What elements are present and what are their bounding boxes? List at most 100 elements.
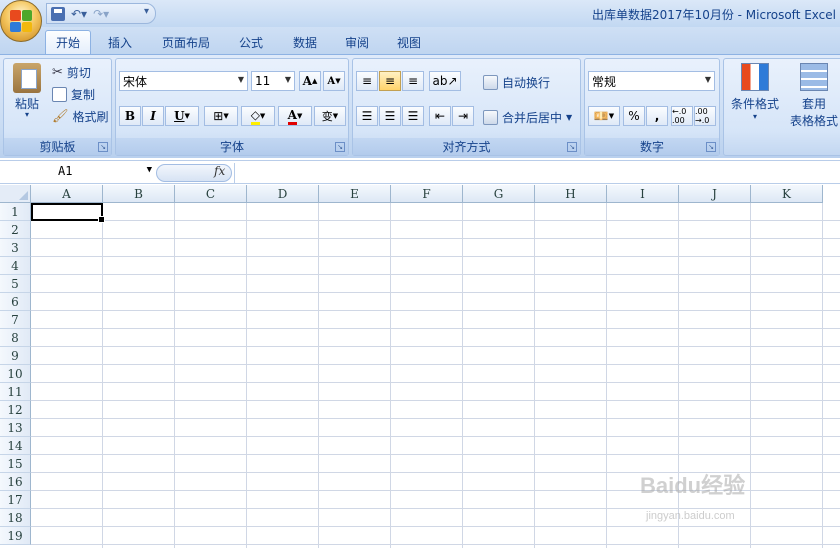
font-name-combo[interactable]: 宋体 ▼ <box>119 71 248 91</box>
column-header[interactable]: F <box>391 185 463 203</box>
number-launcher-icon[interactable]: ↘ <box>706 142 716 152</box>
shrink-font-button[interactable]: A ▼ <box>323 71 345 91</box>
tab-page-layout[interactable]: 页面布局 <box>150 30 222 54</box>
column-header[interactable]: D <box>247 185 319 203</box>
row-header[interactable]: 8 <box>0 329 31 347</box>
chevron-down-icon[interactable]: ▼ <box>147 165 152 175</box>
clipboard-launcher-icon[interactable]: ↘ <box>98 142 108 152</box>
italic-label: I <box>150 109 156 123</box>
font-size-combo[interactable]: 11 ▼ <box>251 71 295 91</box>
redo-icon[interactable]: ↷▾ <box>93 7 109 21</box>
align-top-button[interactable]: ≡ <box>356 71 378 91</box>
tab-view[interactable]: 视图 <box>386 30 432 54</box>
formula-input[interactable] <box>234 163 840 183</box>
tab-insert[interactable]: 插入 <box>98 30 142 54</box>
paste-button[interactable]: 粘贴 ▾ <box>10 63 44 119</box>
wrap-text-label: 自动换行 <box>502 76 551 90</box>
office-button[interactable] <box>0 0 42 42</box>
column-header[interactable]: K <box>751 185 823 203</box>
comma-style-button[interactable]: , <box>646 106 668 126</box>
insert-function-icon[interactable]: fx <box>214 164 225 178</box>
row-header[interactable]: 1 <box>0 203 31 221</box>
row-header[interactable]: 16 <box>0 473 31 491</box>
decrease-decimal-button[interactable]: .00 →.0 <box>694 106 716 126</box>
font-launcher-icon[interactable]: ↘ <box>335 142 345 152</box>
tab-review[interactable]: 审阅 <box>334 30 380 54</box>
font-name-value: 宋体 <box>123 74 148 89</box>
align-bottom-icon: ≡ <box>407 74 419 88</box>
row-header[interactable]: 10 <box>0 365 31 383</box>
borders-button[interactable]: ⊞ ▼ <box>204 106 238 126</box>
selected-cell[interactable] <box>31 203 105 223</box>
save-icon[interactable] <box>51 6 65 21</box>
row-header[interactable]: 14 <box>0 437 31 455</box>
table-format-button[interactable]: 套用 表格格式 <box>784 63 840 129</box>
row-header[interactable]: 11 <box>0 383 31 401</box>
align-top-icon: ≡ <box>361 74 373 88</box>
column-header[interactable]: B <box>103 185 175 203</box>
row-header[interactable]: 9 <box>0 347 31 365</box>
row-header[interactable]: 6 <box>0 293 31 311</box>
row-header[interactable]: 4 <box>0 257 31 275</box>
comma-label: , <box>654 109 660 123</box>
grow-font-button[interactable]: A ▲ <box>299 71 321 91</box>
row-header[interactable]: 18 <box>0 509 31 527</box>
orientation-icon: ab↗ <box>432 74 458 88</box>
percent-button[interactable]: % <box>623 106 645 126</box>
decrease-indent-button[interactable]: ⇤ <box>429 106 451 126</box>
row-header[interactable]: 17 <box>0 491 31 509</box>
conditional-format-button[interactable]: 条件格式 ▾ <box>728 63 782 121</box>
italic-button[interactable]: I <box>142 106 164 126</box>
row-header[interactable]: 2 <box>0 221 31 239</box>
orientation-button[interactable]: ab↗ <box>429 71 461 91</box>
column-header[interactable]: H <box>535 185 607 203</box>
align-center-button[interactable]: ☰ <box>379 106 401 126</box>
align-middle-button[interactable]: ≡ <box>379 71 401 91</box>
paste-dropdown-icon[interactable]: ▾ <box>25 110 29 119</box>
cut-button[interactable]: ✂ 剪切 <box>52 64 91 81</box>
increase-decimal-button[interactable]: ←.0 .00 <box>671 106 693 126</box>
align-left-icon: ☰ <box>361 109 373 123</box>
accounting-format-button[interactable]: 💴 ▼ <box>588 106 620 126</box>
fill-color-button[interactable]: ◇ ▼ <box>241 106 275 126</box>
row-header[interactable]: 12 <box>0 401 31 419</box>
row-header[interactable]: 15 <box>0 455 31 473</box>
number-format-value: 常规 <box>592 74 617 89</box>
column-header[interactable]: E <box>319 185 391 203</box>
align-left-button[interactable]: ☰ <box>356 106 378 126</box>
select-all-button[interactable] <box>0 185 31 203</box>
chevron-down-icon: ▼ <box>284 75 291 84</box>
merge-center-button[interactable]: 合并后居中 ▼ <box>483 109 572 126</box>
column-header[interactable]: I <box>607 185 679 203</box>
copy-button[interactable]: 复制 <box>52 86 95 103</box>
number-format-combo[interactable]: 常规 ▼ <box>588 71 715 91</box>
format-painter-button[interactable]: 🖌 格式刷 <box>52 108 109 125</box>
column-header[interactable]: C <box>175 185 247 203</box>
column-header[interactable]: A <box>31 185 103 203</box>
underline-button[interactable]: U ▼ <box>165 106 199 126</box>
column-header[interactable]: G <box>463 185 535 203</box>
bold-button[interactable]: B <box>119 106 141 126</box>
column-header[interactable]: J <box>679 185 751 203</box>
merge-center-icon <box>483 110 498 125</box>
alignment-launcher-icon[interactable]: ↘ <box>567 142 577 152</box>
chevron-down-icon: ▼ <box>566 113 573 122</box>
row-header[interactable]: 7 <box>0 311 31 329</box>
customize-toolbar-icon[interactable]: ▾ <box>144 6 149 17</box>
phonetic-button[interactable]: 变 ▼ <box>314 106 346 126</box>
undo-icon[interactable]: ↶▾ <box>71 7 87 21</box>
align-bottom-button[interactable]: ≡ <box>402 71 424 91</box>
row-header[interactable]: 3 <box>0 239 31 257</box>
name-box[interactable]: A1 ▼ <box>6 164 154 182</box>
tab-data[interactable]: 数据 <box>282 30 328 54</box>
bold-label: B <box>124 109 136 123</box>
align-right-button[interactable]: ☰ <box>402 106 424 126</box>
tab-home[interactable]: 开始 <box>45 30 91 54</box>
row-header[interactable]: 5 <box>0 275 31 293</box>
increase-indent-button[interactable]: ⇥ <box>452 106 474 126</box>
wrap-text-button[interactable]: 自动换行 <box>483 74 550 91</box>
tab-formulas[interactable]: 公式 <box>228 30 274 54</box>
row-header[interactable]: 19 <box>0 527 31 545</box>
row-header[interactable]: 13 <box>0 419 31 437</box>
font-color-button[interactable]: A ▼ <box>278 106 312 126</box>
